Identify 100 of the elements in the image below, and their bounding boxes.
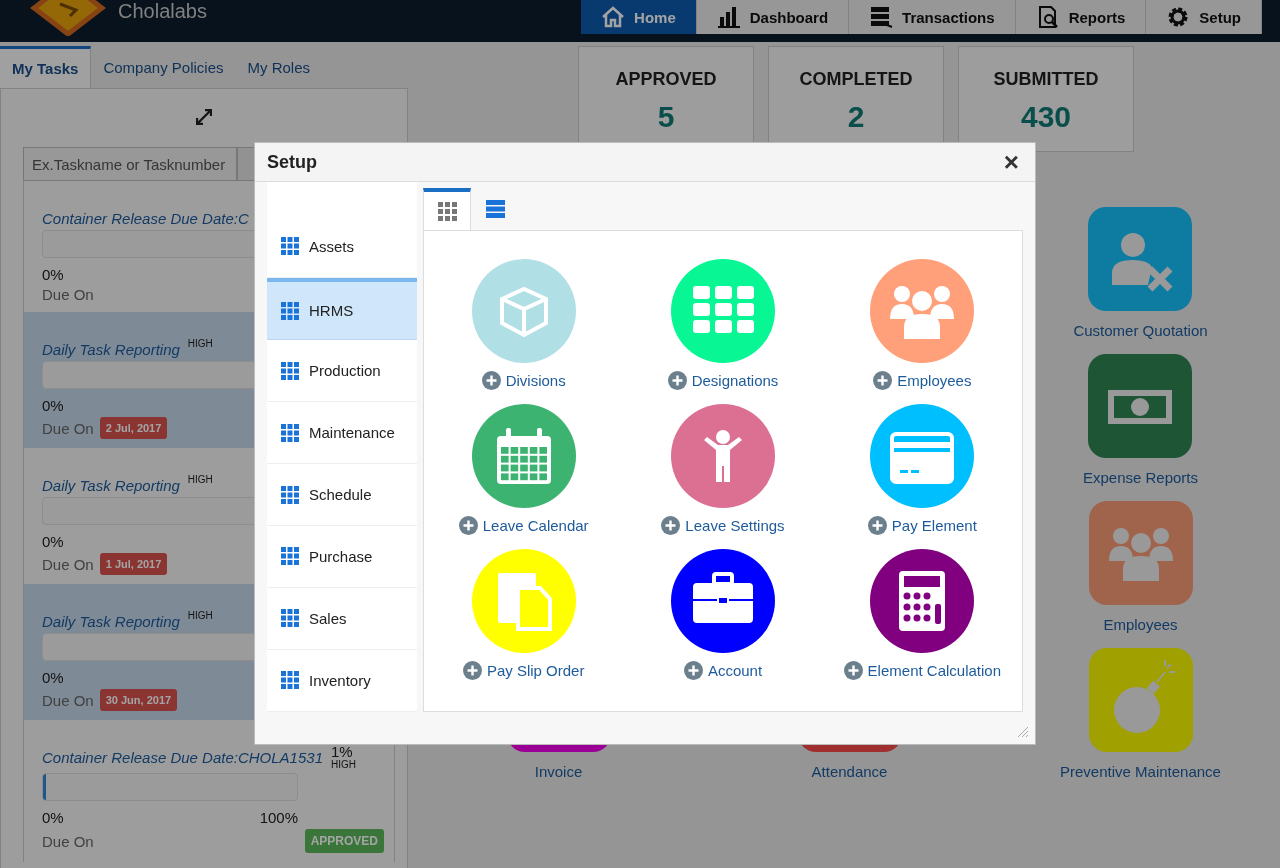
due-date-badge: 2 Jul, 2017 [99,417,168,439]
stat-value: 430 [1020,100,1072,134]
expand-icon[interactable] [196,109,212,125]
due-date-badge: 1 Jul, 2017 [99,553,168,575]
progress-value: 1% [331,744,353,759]
logo-icon [30,0,106,36]
due-label: Due On [42,832,94,850]
add-icon [867,516,887,535]
tile-label[interactable]: Invoice [534,763,583,780]
due-date-badge: 30 Jun, 2017 [99,689,178,711]
document-icon[interactable] [471,549,576,653]
brand-name: Cholalabs [118,0,207,22]
priority-label: HIGH [331,759,356,770]
stack-icon [869,5,894,29]
cube-icon[interactable] [471,259,576,363]
item-link[interactable]: Pay Element [867,516,977,535]
category-item[interactable]: Purchase [267,526,417,588]
priority-label: HIGH [187,338,213,349]
item-link[interactable]: Element Calculation [843,661,1001,680]
priority-label: HIGH [187,610,213,621]
percent-start: 0% [42,533,64,550]
nav-tab[interactable]: Setup [1146,0,1262,34]
dialog-title: Setup [267,151,317,173]
people-icon[interactable] [870,259,975,363]
status-badge: APPROVED [304,829,384,853]
banknote-icon[interactable] [1088,354,1193,458]
stat-value: 2 [847,100,865,134]
stat-value: 5 [657,100,675,134]
grid-icon[interactable] [671,259,775,363]
item-link[interactable]: Leave Calendar [458,516,589,535]
add-icon [683,661,703,680]
stat-label: COMPLETED [799,69,913,90]
home-icon [601,5,626,29]
grid-icon [281,301,299,320]
category-item[interactable]: Maintenance [267,402,417,464]
due-label: Due On [42,419,94,437]
close-button[interactable]: × [999,149,1023,175]
item-link[interactable]: Pay Slip Order [462,661,585,680]
due-label: Due On [42,555,94,573]
due-label: Due On [42,691,94,709]
grid-icon [281,609,299,628]
category-item[interactable]: Assets [267,216,417,278]
add-icon [843,661,863,680]
category-item[interactable]: Schedule [267,464,417,526]
item-link[interactable]: Account [683,661,763,680]
calendar-icon[interactable] [471,404,576,508]
item-link[interactable]: Employees [873,371,972,390]
add-icon [661,516,681,535]
percent-start: 0% [42,669,64,686]
add-icon [873,371,893,390]
grid-icon [437,201,457,221]
grid-icon [281,237,299,256]
item-link[interactable]: Leave Settings [661,516,785,535]
stat-label: SUBMITTED [993,69,1099,90]
resize-grip-icon[interactable] [1017,726,1029,738]
user-remove-icon[interactable] [1088,207,1193,311]
category-item[interactable]: Inventory [267,649,417,712]
category-item[interactable]: Production [267,340,417,403]
add-icon [458,516,478,535]
tile-label[interactable]: Attendance [811,763,888,780]
nav-tab[interactable]: Reports [1015,0,1147,34]
percent-start: 0% [42,397,64,414]
percent-start: 0% [42,266,64,283]
category-item[interactable]: HRMS [267,278,417,341]
nav-tab[interactable]: Home [581,0,697,34]
briefcase-icon[interactable] [671,549,775,653]
percent-end: 100% [259,809,298,826]
grid-icon [281,485,299,504]
item-link[interactable]: Divisions [481,371,566,390]
nav-tab[interactable]: Dashboard [696,0,850,34]
panel-tab[interactable]: Company Policies [91,46,236,88]
task-title[interactable]: Container Release Due Date:CHOLA1531 [42,749,323,766]
stat-label: APPROVED [615,69,717,90]
tile-label[interactable]: Expense Reports [1082,469,1199,486]
task-title[interactable]: Daily Task Reporting [42,477,180,494]
nav-tab[interactable]: Transactions [849,0,1016,34]
calculator-icon[interactable] [870,549,975,653]
grid-icon [281,423,299,442]
card-icon[interactable] [870,404,975,508]
list-icon [485,199,505,219]
category-item[interactable]: Sales [267,588,417,650]
person-icon[interactable] [671,404,775,508]
percent-start: 0% [42,809,64,826]
panel-tab[interactable]: My Tasks [0,46,92,88]
add-icon [462,661,482,680]
grid-icon [281,361,299,380]
grid-icon [281,671,299,690]
grid-view-tab[interactable] [423,188,471,230]
bomb-icon[interactable] [1088,648,1193,752]
task-title[interactable]: Container Release Due Date:C [42,210,249,227]
tile-label[interactable]: Employees [1103,616,1178,633]
people-icon[interactable] [1088,501,1193,605]
tile-label[interactable]: Preventive Maintenance [1060,763,1221,780]
panel-tab[interactable]: My Roles [235,46,322,88]
tile-label[interactable]: Customer Quotation [1073,322,1208,339]
item-link[interactable]: Designations [667,371,779,390]
due-label: Due On [42,286,94,303]
priority-label: HIGH [187,474,213,485]
search-field[interactable]: Ex.Taskname or Tasknumber [23,147,237,181]
bar-chart-icon [716,5,741,29]
